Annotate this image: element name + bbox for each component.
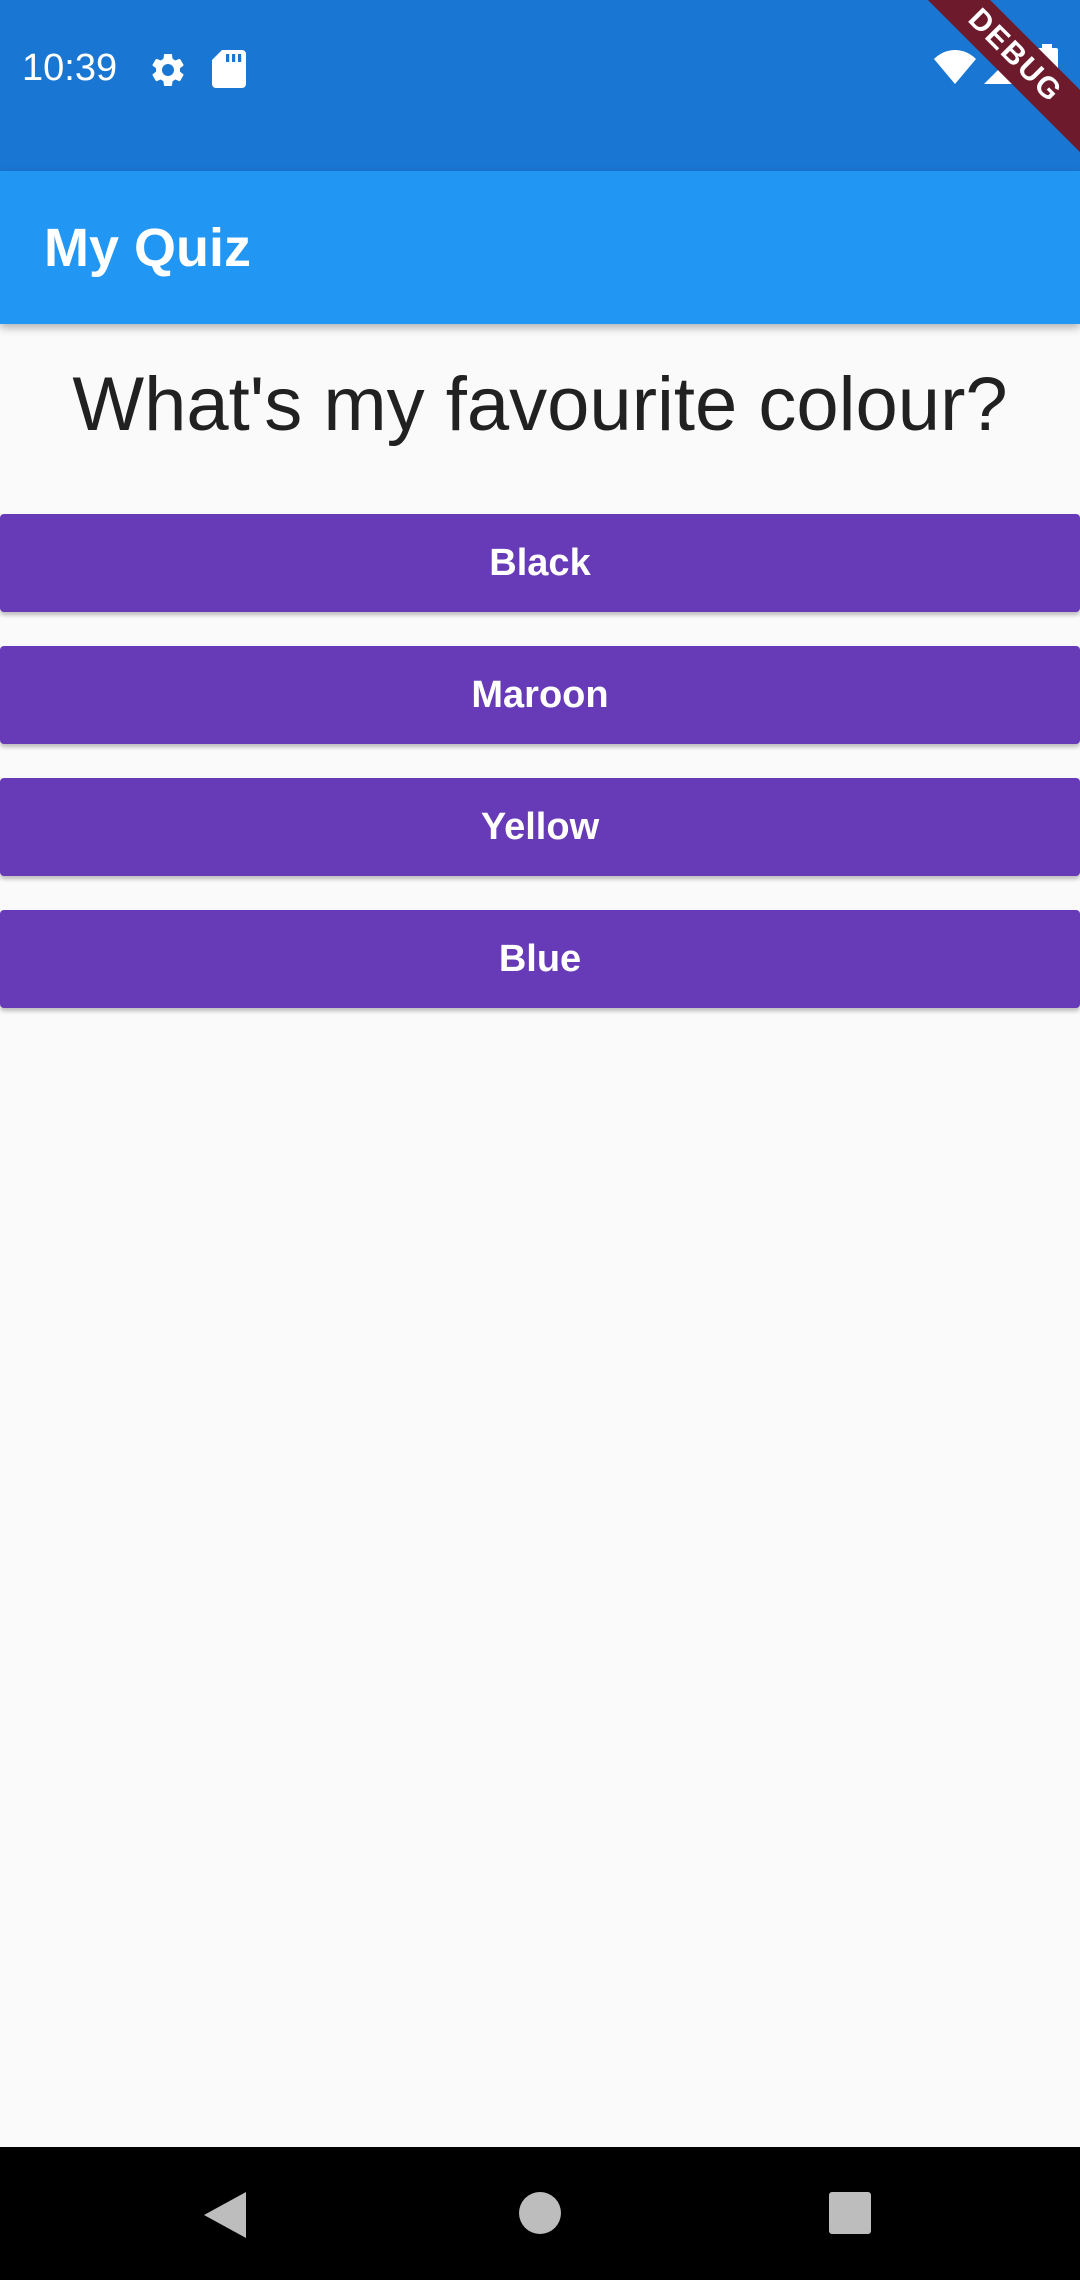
navigation-bar — [0, 2147, 1080, 2280]
signal-icon — [984, 50, 1018, 84]
back-icon[interactable] — [200, 2190, 248, 2240]
battery-icon — [1036, 44, 1058, 86]
sd-card-icon — [212, 50, 246, 88]
recents-icon[interactable] — [829, 2192, 871, 2234]
answer-button-maroon[interactable]: Maroon — [0, 646, 1080, 744]
question-text: What's my favourite colour? — [72, 362, 1008, 447]
status-bar: 10:39 — [0, 0, 1080, 171]
status-time: 10:39 — [22, 47, 118, 89]
answer-button-yellow[interactable]: Yellow — [0, 778, 1080, 876]
app-bar: My Quiz — [0, 171, 1080, 324]
app-title: My Quiz — [44, 218, 252, 278]
home-icon[interactable] — [518, 2191, 562, 2235]
answer-button-black[interactable]: Black — [0, 514, 1080, 612]
wifi-icon — [934, 50, 976, 84]
answer-button-blue[interactable]: Blue — [0, 910, 1080, 1008]
gear-icon — [152, 53, 184, 86]
